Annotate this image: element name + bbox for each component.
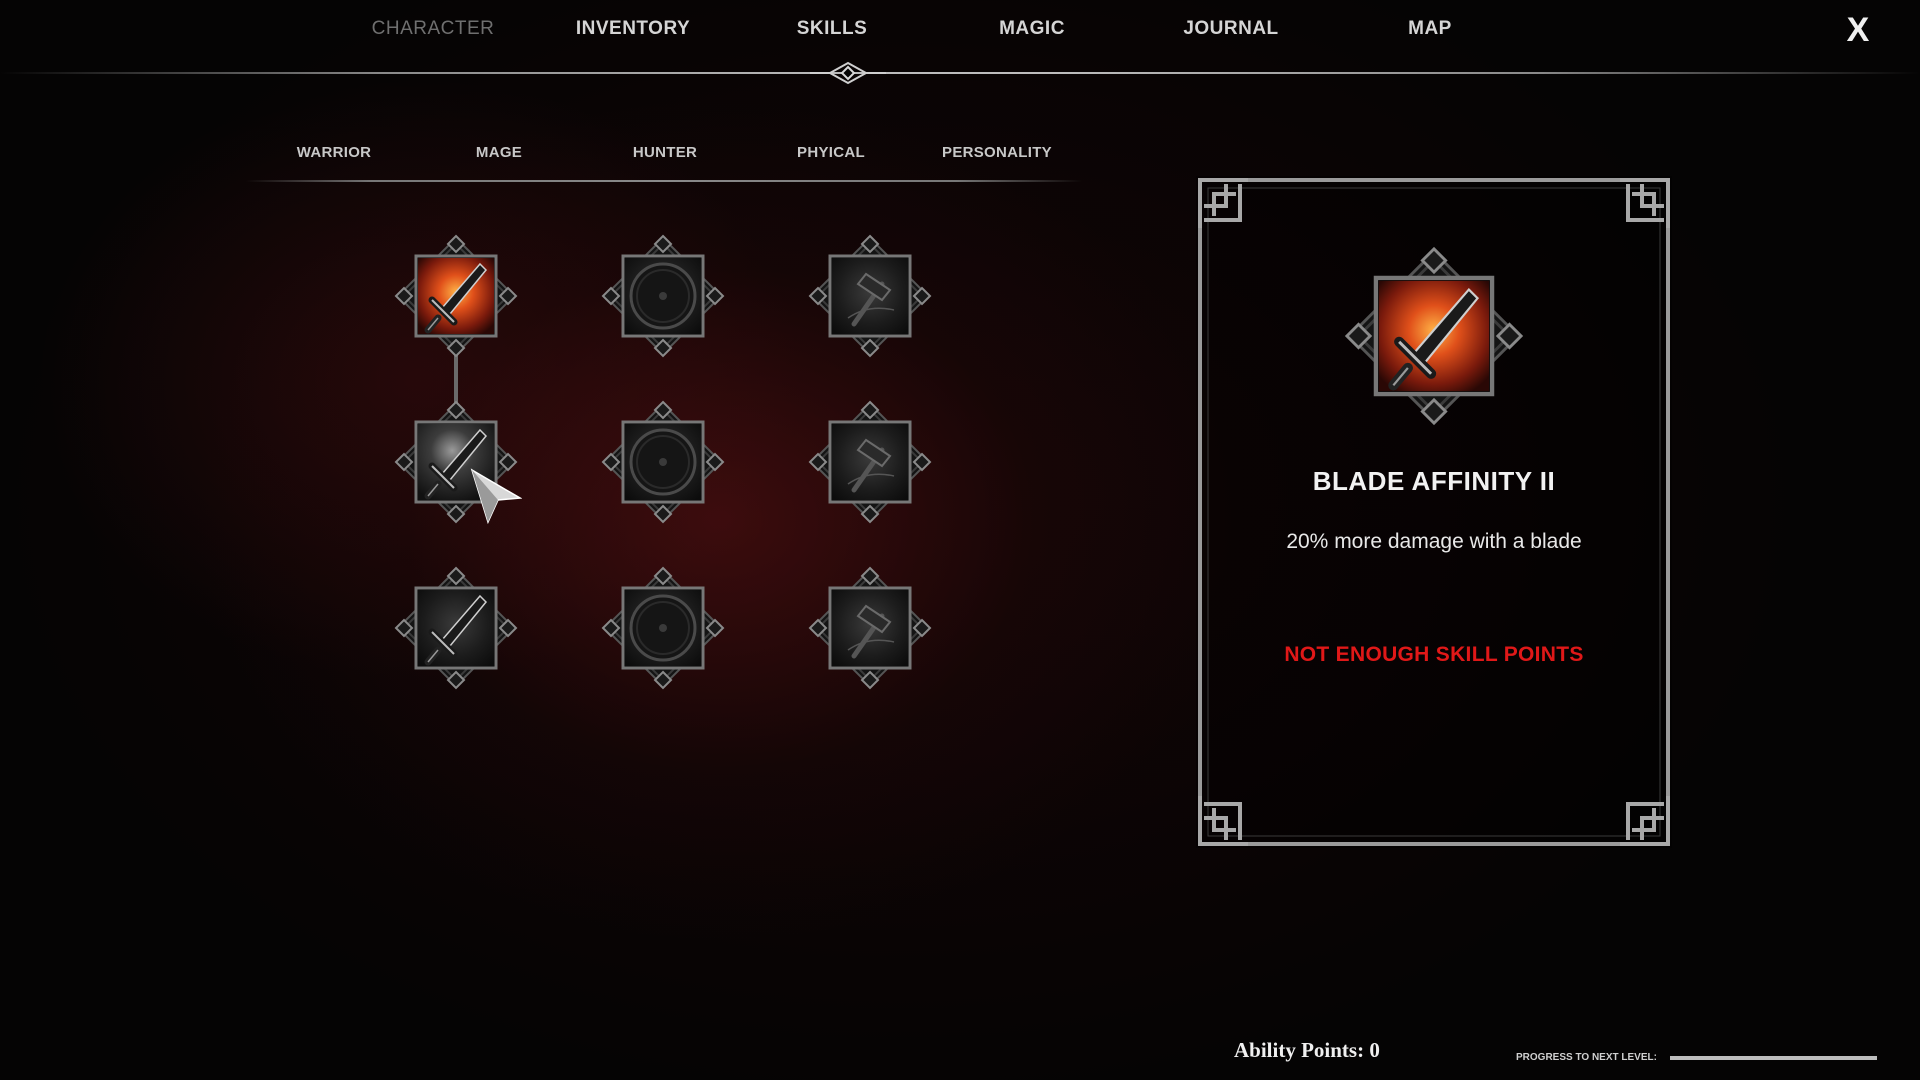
tab-inventory[interactable]: INVENTORY <box>576 18 690 40</box>
skill-node-shield-1[interactable] <box>601 234 725 358</box>
sword-icon <box>394 400 518 524</box>
sword-icon <box>394 566 518 690</box>
subtab-mage[interactable]: MAGE <box>476 144 522 161</box>
shield-icon <box>601 400 725 524</box>
hammer-icon <box>808 234 932 358</box>
tab-journal[interactable]: JOURNAL <box>1183 18 1278 40</box>
skill-points-warning: NOT ENOUGH SKILL POINTS <box>1284 643 1584 666</box>
skill-node-hammer-1[interactable] <box>808 234 932 358</box>
skill-node-hammer-2[interactable] <box>808 400 932 524</box>
hammer-icon <box>808 400 932 524</box>
skill-node-shield-2[interactable] <box>601 400 725 524</box>
skill-node-hammer-3[interactable] <box>808 566 932 690</box>
level-progress-fill <box>1670 1056 1877 1060</box>
nav-divider <box>0 72 1920 74</box>
shield-icon <box>601 566 725 690</box>
skill-node-shield-3[interactable] <box>601 566 725 690</box>
level-progress-bar <box>1670 1056 1877 1060</box>
subtab-personality[interactable]: PERSONALITY <box>942 144 1052 161</box>
active-tab-indicator-icon <box>810 61 886 85</box>
skill-detail-panel: BLADE AFFINITY II 20% more damage with a… <box>1196 176 1672 848</box>
subtab-hunter[interactable]: HUNTER <box>633 144 697 161</box>
subtab-divider <box>246 180 1082 182</box>
skill-node-blade-affinity-3[interactable] <box>394 566 518 690</box>
skill-node-blade-affinity-2[interactable] <box>394 400 518 524</box>
shield-icon <box>601 234 725 358</box>
skill-node-blade-affinity-1[interactable] <box>394 234 518 358</box>
skill-description: 20% more damage with a blade <box>1286 530 1582 553</box>
skill-title: BLADE AFFINITY II <box>1312 466 1556 496</box>
tab-magic[interactable]: MAGIC <box>999 18 1065 40</box>
tab-character[interactable]: CHARACTER <box>372 18 495 40</box>
subtab-phyical[interactable]: PHYICAL <box>797 144 865 161</box>
sword-icon <box>1344 246 1524 426</box>
close-button[interactable]: X <box>1840 12 1876 48</box>
top-navigation: CHARACTER INVENTORY SKILLS MAGIC JOURNAL… <box>0 0 1920 85</box>
subtab-warrior[interactable]: WARRIOR <box>297 144 372 161</box>
tab-skills[interactable]: SKILLS <box>797 18 868 40</box>
tab-map[interactable]: MAP <box>1408 18 1452 40</box>
hammer-icon <box>808 566 932 690</box>
progress-label: PROGRESS TO NEXT LEVEL: <box>1516 1052 1657 1063</box>
sword-icon <box>394 234 518 358</box>
ability-points: Ability Points: 0 <box>1234 1038 1380 1062</box>
